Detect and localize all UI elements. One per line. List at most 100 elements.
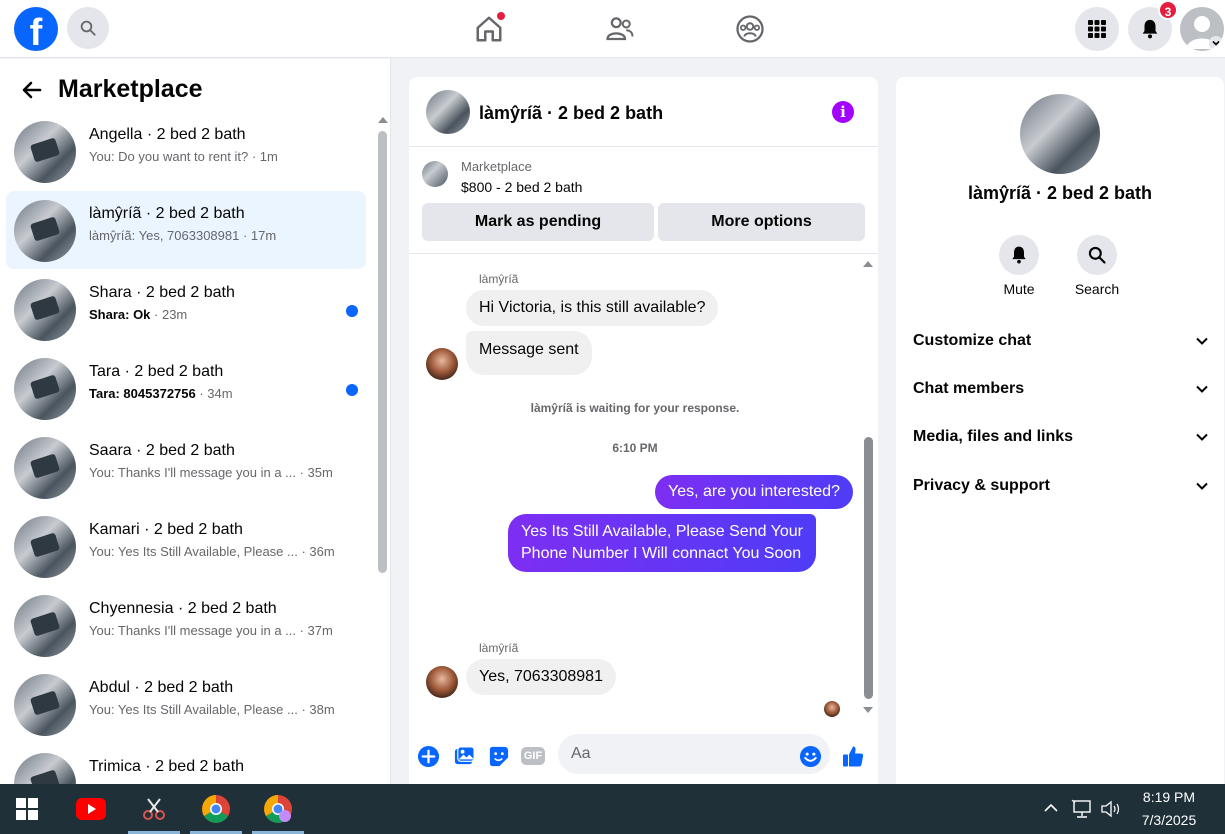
youtube-taskbar-button[interactable] (65, 784, 117, 834)
chat-header: làmŷríã · 2 bed 2 bath i (409, 77, 878, 147)
search-icon (80, 20, 96, 36)
network-button[interactable] (1071, 799, 1093, 824)
taskbar-clock[interactable]: 8:19 PM (1129, 789, 1209, 805)
conversation-name: làmŷríã · 2 bed 2 bath (89, 205, 245, 222)
conversation-name: Tara · 2 bed 2 bath (89, 363, 224, 380)
conversation-item-active[interactable]: làmŷríã · 2 bed 2 bath làmŷríã: Yes, 706… (6, 191, 366, 269)
facebook-logo[interactable]: f (14, 7, 58, 51)
listing-thumbnail (14, 358, 76, 420)
snipping-tool-taskbar-button[interactable] (128, 784, 180, 834)
listing-thumbnail[interactable] (422, 161, 448, 187)
conversation-item[interactable]: Chyennesia · 2 bed 2 bath You: Thanks I'… (6, 586, 366, 664)
scroll-down-arrow[interactable] (863, 707, 873, 713)
outgoing-message[interactable]: Yes, are you interested? (655, 475, 853, 509)
outgoing-message[interactable]: Yes Its Still Available, Please Send You… (508, 514, 816, 572)
conversation-list-panel: Marketplace Angella · 2 bed 2 bath You: … (0, 59, 391, 784)
conversation-item[interactable]: Trimica · 2 bed 2 bath (6, 744, 366, 784)
conversation-item[interactable]: Shara · 2 bed 2 bath Shara: Ok · 23m (6, 270, 366, 348)
account-button[interactable] (1180, 7, 1224, 51)
friends-tab[interactable] (603, 12, 637, 46)
notification-count-badge: 3 (1158, 0, 1178, 20)
more-actions-button[interactable] (416, 744, 440, 768)
show-hidden-icons-button[interactable] (1043, 801, 1059, 819)
volume-button[interactable] (1100, 799, 1122, 824)
chat-scrollbar[interactable] (864, 437, 873, 699)
incoming-message[interactable]: Hi Victoria, is this still available? (466, 290, 719, 326)
scroll-up-arrow[interactable] (378, 117, 388, 123)
profile-avatar[interactable] (1020, 94, 1100, 174)
search-button[interactable] (67, 7, 109, 49)
search-in-chat-button[interactable]: Search (1067, 235, 1127, 297)
conversation-name: Kamari · 2 bed 2 bath (89, 521, 243, 538)
privacy-support-row[interactable]: Privacy & support (913, 471, 1209, 501)
conversation-item[interactable]: Angella · 2 bed 2 bath You: Do you want … (6, 112, 366, 190)
taskbar-date[interactable]: 7/3/2025 (1129, 812, 1209, 828)
emoji-button[interactable] (798, 744, 822, 768)
more-options-button[interactable]: More options (658, 203, 865, 241)
conversation-name: Trimica · 2 bed 2 bath (89, 758, 245, 775)
conversation-snippet: Tara: 8045372756 · 34m (89, 386, 233, 401)
groups-tab[interactable] (733, 12, 767, 46)
sender-avatar[interactable] (426, 666, 458, 698)
chat-details-panel: làmŷríã · 2 bed 2 bath Mute Search Custo… (896, 77, 1224, 784)
conversation-snippet: You: Yes Its Still Available, Please ...… (89, 544, 335, 559)
bell-icon (1142, 19, 1158, 39)
chevron-down-icon (1196, 385, 1208, 393)
windows-taskbar: 8:19 PM 7/3/2025 (0, 784, 1225, 834)
listing-price[interactable]: $800 - 2 bed 2 bath (461, 179, 582, 195)
row-label: Chat members (913, 380, 1025, 397)
chat-members-row[interactable]: Chat members (913, 374, 1209, 404)
chat-title[interactable]: làmŷríã · 2 bed 2 bath (479, 103, 663, 124)
friends-icon (606, 17, 634, 41)
scroll-up-arrow[interactable] (863, 261, 873, 267)
sticker-icon (489, 746, 508, 766)
message-composer: GIF (409, 732, 878, 784)
conversation-list-scrollbar[interactable] (378, 131, 387, 573)
info-icon[interactable]: i (832, 101, 854, 123)
conversation-item[interactable]: Tara · 2 bed 2 bath Tara: 8045372756 · 3… (6, 349, 366, 427)
sender-avatar[interactable] (426, 348, 458, 380)
incoming-message[interactable]: Yes, 7063308981 (466, 659, 616, 695)
home-notification-dot (497, 12, 505, 20)
message-input[interactable] (558, 734, 830, 774)
conversation-item[interactable]: Abdul · 2 bed 2 bath You: Yes Its Still … (6, 665, 366, 743)
sender-name: làmŷríã (479, 641, 519, 655)
message-line: Yes Its Still Available, Please Send You… (521, 523, 803, 540)
menu-grid-icon (1088, 20, 1106, 38)
listing-thumbnail (14, 279, 76, 341)
menu-button[interactable] (1075, 7, 1119, 51)
profile-name: làmŷríã · 2 bed 2 bath (967, 183, 1153, 203)
top-navigation-bar: f 3 (0, 0, 1225, 58)
back-arrow-icon[interactable] (20, 78, 44, 102)
panel-header: Marketplace (20, 75, 203, 104)
listing-thumbnail (14, 753, 76, 784)
chat-avatar[interactable] (426, 90, 470, 134)
media-files-links-row[interactable]: Media, files and links (913, 422, 1209, 452)
chrome-taskbar-button[interactable] (190, 784, 242, 834)
customize-chat-row[interactable]: Customize chat (913, 326, 1209, 356)
unread-dot (346, 384, 358, 396)
chrome-icon (202, 795, 230, 823)
attach-photo-button[interactable] (452, 744, 476, 768)
conversation-name: Angella · 2 bed 2 bath (89, 126, 246, 143)
chrome-profile-taskbar-button[interactable] (252, 784, 304, 834)
chevron-up-icon (1044, 803, 1058, 812)
notifications-button[interactable]: 3 (1128, 0, 1178, 51)
gif-icon: GIF (520, 747, 546, 765)
sticker-button[interactable] (486, 744, 510, 768)
conversation-name: Saara · 2 bed 2 bath (89, 442, 235, 459)
conversation-item[interactable]: Kamari · 2 bed 2 bath You: Yes Its Still… (6, 507, 366, 585)
incoming-message[interactable]: Message sent (466, 331, 592, 375)
mute-button[interactable]: Mute (989, 235, 1049, 297)
home-tab[interactable] (472, 12, 506, 46)
page-title: Marketplace (58, 75, 203, 103)
mark-as-pending-button[interactable]: Mark as pending (422, 203, 654, 241)
gif-button[interactable]: GIF (520, 744, 546, 768)
chrome-icon (264, 795, 292, 823)
like-button[interactable] (841, 744, 865, 768)
listing-thumbnail (14, 200, 76, 262)
read-receipt-avatar (824, 701, 840, 717)
listing-thumbnail (14, 516, 76, 578)
start-button[interactable] (1, 784, 53, 834)
conversation-item[interactable]: Saara · 2 bed 2 bath You: Thanks I'll me… (6, 428, 366, 506)
